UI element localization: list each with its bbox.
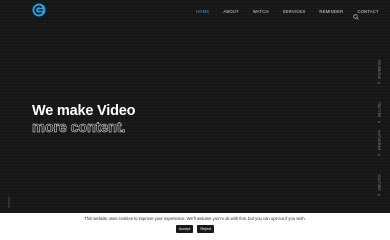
nav-item-services[interactable]: SERVICES <box>283 9 306 14</box>
cookie-actions: Accept Reject <box>0 225 390 233</box>
social-item-facebook[interactable]: FACEBOOK <box>371 56 387 86</box>
social-dot-icon <box>378 153 380 156</box>
nav-item-reminder[interactable]: REMINDER <box>319 9 343 14</box>
social-sidebar: FACEBOOK TWITTER INSTAGRAM YOUTUBE <box>371 40 387 210</box>
hero-subtitle-outline: more content. <box>32 120 126 137</box>
social-dot-icon <box>378 82 380 85</box>
cookie-accept-button[interactable]: Accept <box>175 225 194 233</box>
social-dot-icon <box>378 193 380 196</box>
nav-item-watch[interactable]: WATCH <box>253 9 269 14</box>
social-label: TWITTER <box>377 102 381 118</box>
social-label: INSTAGRAM <box>377 130 381 151</box>
hero-section: We make Video more content. <box>32 103 136 137</box>
brand-logo-icon[interactable] <box>32 3 46 17</box>
cookie-reject-button[interactable]: Reject <box>197 225 215 233</box>
social-dot-icon <box>378 120 380 123</box>
nav-item-about[interactable]: ABOUT <box>223 9 238 14</box>
cookie-consent-bar: This website uses cookies to improve you… <box>0 213 390 240</box>
site-header: HOME ABOUT WATCH SERVICES REMINDER CONTA… <box>0 0 390 22</box>
nav-item-contact[interactable]: CONTACT <box>357 9 378 14</box>
social-label: FACEBOOK <box>377 60 381 80</box>
main-nav: HOME ABOUT WATCH SERVICES REMINDER CONTA… <box>196 6 390 16</box>
hero-title: We make Video <box>32 103 136 119</box>
social-label: YOUTUBE <box>377 174 381 191</box>
scroll-indicator[interactable]: SCROLL <box>7 196 11 208</box>
nav-item-home[interactable]: HOME <box>196 9 209 14</box>
search-icon[interactable] <box>353 7 359 20</box>
cookie-message: This website uses cookies to improve you… <box>84 216 306 221</box>
social-item-instagram[interactable]: INSTAGRAM <box>371 126 387 156</box>
social-item-twitter[interactable]: TWITTER <box>371 98 387 128</box>
social-item-youtube[interactable]: YOUTUBE <box>371 170 387 200</box>
